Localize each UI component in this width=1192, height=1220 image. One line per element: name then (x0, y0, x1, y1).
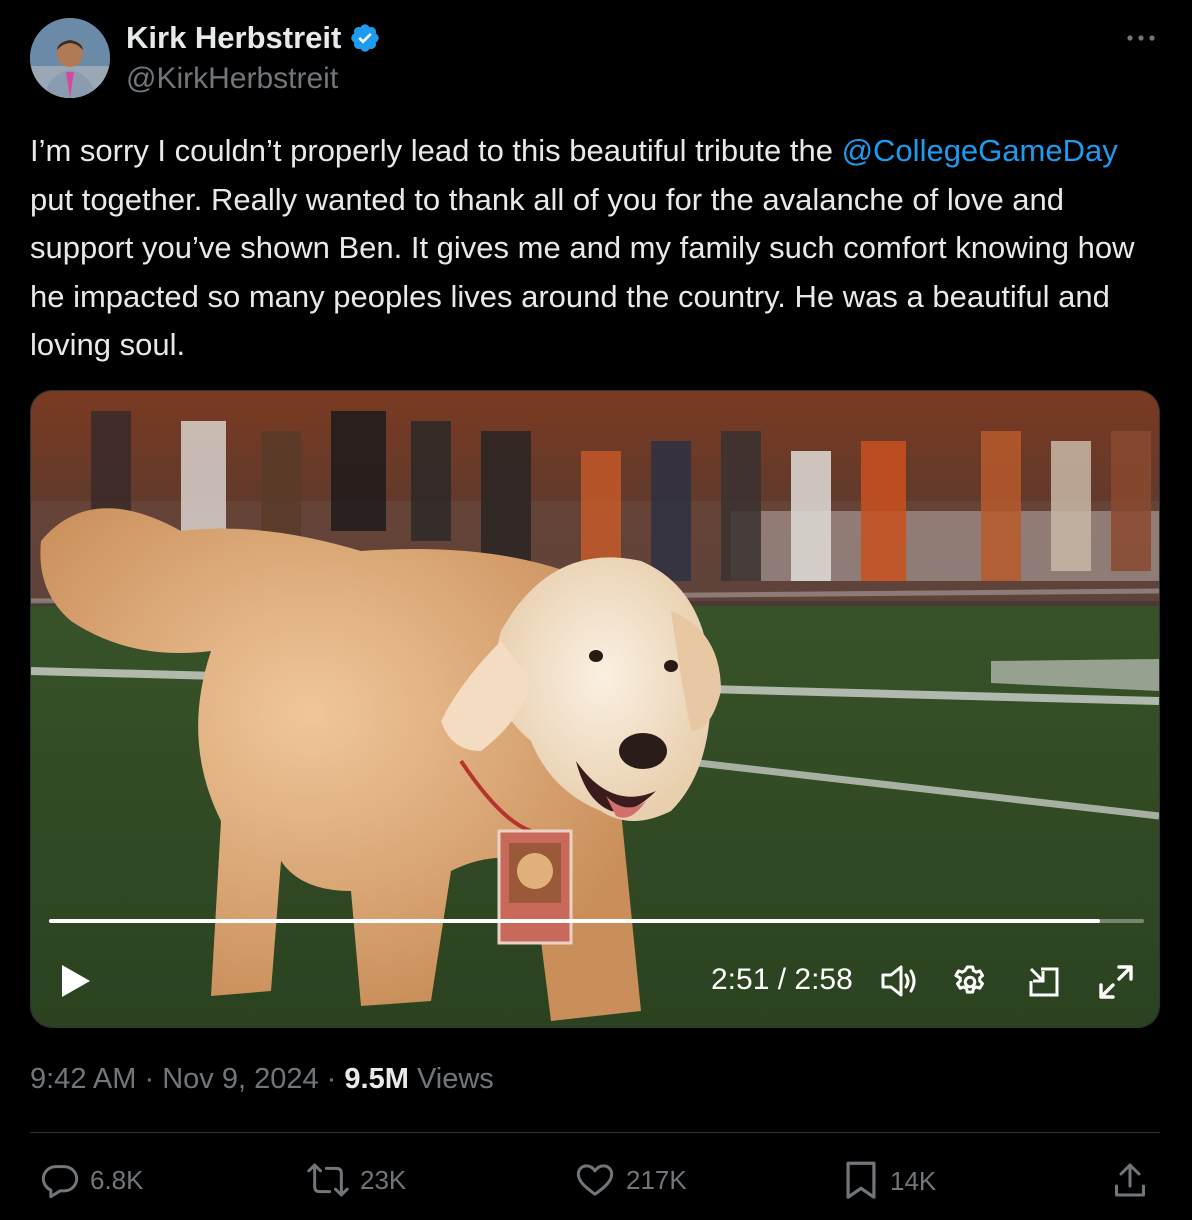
author-name[interactable]: Kirk Herbstreit (126, 20, 381, 56)
video-player[interactable]: 2:51 / 2:58 (30, 390, 1160, 1028)
meta-separator: · (144, 1063, 155, 1095)
post-text-before: I’m sorry I couldn’t properly lead to th… (30, 133, 842, 168)
post-text: I’m sorry I couldn’t properly lead to th… (30, 127, 1165, 370)
share-icon (1115, 1163, 1145, 1197)
author-handle[interactable]: @KirkHerbstreit (126, 62, 338, 96)
reply-button[interactable]: 6.8K (40, 1160, 144, 1200)
pip-icon (1029, 967, 1059, 997)
author-name-text[interactable]: Kirk Herbstreit (126, 20, 341, 56)
volume-button[interactable] (879, 963, 919, 1004)
repost-count: 23K (360, 1164, 407, 1195)
fullscreen-button[interactable] (1097, 963, 1135, 1006)
volume-icon (881, 965, 916, 997)
more-options-button[interactable] (1124, 22, 1160, 52)
views-label: Views (416, 1063, 494, 1095)
post-date[interactable]: Nov 9, 2024 (162, 1063, 318, 1095)
post-time[interactable]: 9:42 AM (30, 1063, 136, 1095)
settings-button[interactable] (951, 963, 989, 1006)
heart-icon (576, 1164, 614, 1196)
play-button[interactable] (59, 963, 93, 1004)
reply-icon (41, 1165, 79, 1199)
like-button[interactable]: 217K (574, 1160, 687, 1200)
repost-button[interactable]: 23K (306, 1160, 406, 1200)
video-frame (31, 391, 1159, 1027)
share-button[interactable] (1112, 1160, 1148, 1200)
like-count: 217K (626, 1164, 687, 1195)
meta-separator: · (326, 1063, 337, 1095)
bookmark-button[interactable]: 14K (842, 1160, 936, 1202)
video-time: 2:51 / 2:58 (711, 963, 853, 996)
mention-link[interactable]: @CollegeGameDay (842, 133, 1118, 168)
repost-icon (307, 1163, 349, 1197)
video-progress-track[interactable] (49, 919, 1144, 923)
post-text-after: put together. Really wanted to thank all… (30, 181, 1135, 363)
reply-count: 6.8K (90, 1164, 144, 1195)
post-meta: 9:42 AM · Nov 9, 2024 · 9.5M Views (30, 1063, 494, 1096)
views-count: 9.5M (344, 1063, 409, 1095)
divider (30, 1132, 1160, 1133)
verified-badge-icon (351, 24, 380, 52)
picture-in-picture-button[interactable] (1027, 965, 1061, 1004)
fullscreen-icon (1099, 965, 1133, 999)
bookmark-icon (846, 1161, 876, 1199)
play-icon (62, 965, 90, 997)
settings-icon (954, 965, 985, 994)
more-horizontal-icon (1127, 35, 1155, 41)
video-progress-fill (49, 919, 1101, 923)
bookmark-count: 14K (890, 1165, 937, 1196)
avatar[interactable] (30, 18, 110, 98)
